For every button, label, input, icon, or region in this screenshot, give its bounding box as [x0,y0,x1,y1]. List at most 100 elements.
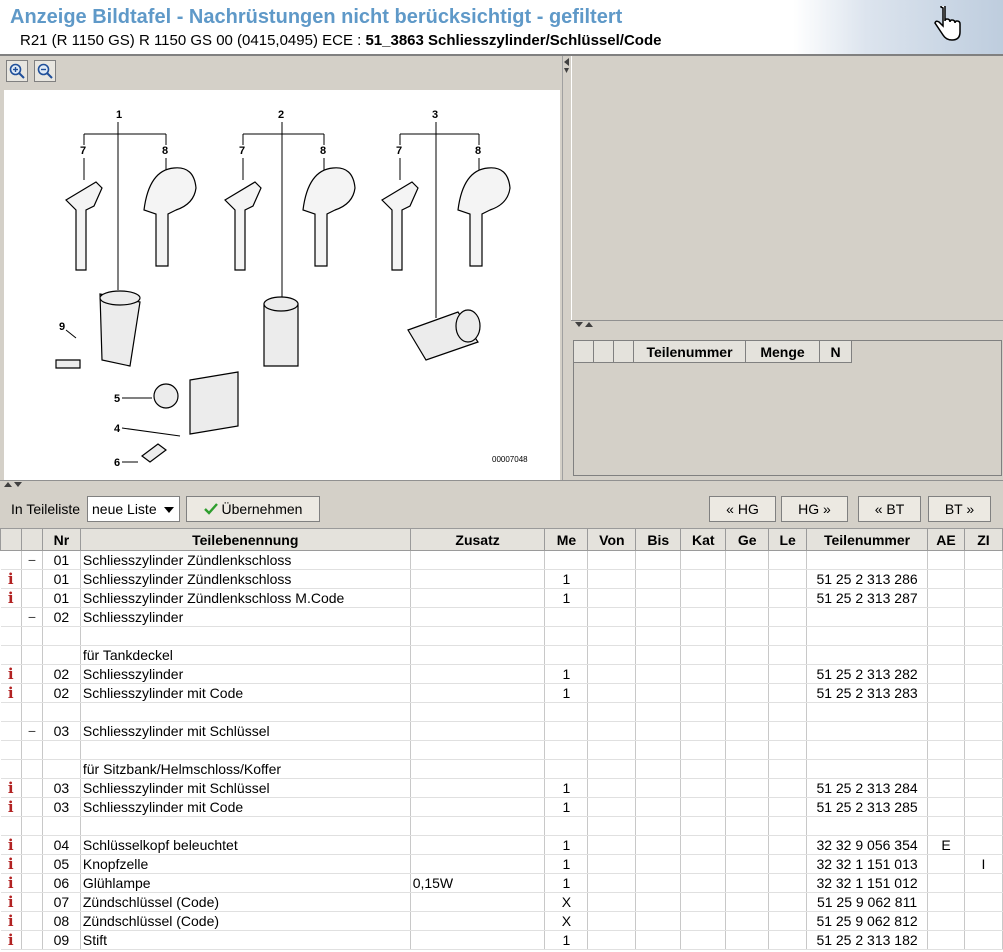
info-icon[interactable] [0,550,22,570]
right-horizontal-splitter[interactable] [571,320,1003,329]
info-icon[interactable] [0,816,22,836]
parts-illustration[interactable]: 1 2 3 7 8 7 8 7 8 9 5 4 6 00007048 [4,90,560,480]
minus-icon[interactable] [21,797,43,817]
column-header-le[interactable]: Le [768,528,808,551]
info-icon[interactable]: i [0,797,22,817]
minus-icon[interactable] [21,816,43,836]
column-header-teilebenennung[interactable]: Teilebenennung [79,528,411,551]
table-row[interactable]: i 04 Schlüsselkopf beleuchtet 1 32 32 9 056 … [0,835,1003,855]
table-row[interactable]: i 02 Schliesszylinder mit Code 1 51 25 2 313… [0,683,1003,703]
minus-icon[interactable] [21,835,43,855]
info-icon[interactable]: i [0,873,22,893]
minus-icon[interactable] [21,873,43,893]
table-row[interactable]: für Sitzbank/Helmschloss/Koffer [0,759,1003,779]
next-hg-button[interactable]: HG » [781,496,848,522]
table-row[interactable]: i 03 Schliesszylinder mit Schlüssel 1 51 25 … [0,778,1003,798]
minus-icon[interactable] [21,740,43,760]
table-row[interactable]: i 07 Zündschlüssel (Code) X 51 25 9 062 811 [0,892,1003,912]
info-icon[interactable] [0,607,22,627]
prev-hg-button[interactable]: « HG [709,496,776,522]
info-icon[interactable] [0,702,22,722]
info-icon[interactable] [0,721,22,741]
minus-icon[interactable] [21,911,43,931]
cell-ge [725,626,770,646]
column-header[interactable] [614,341,634,363]
column-header-me[interactable]: Me [544,528,589,551]
minus-icon[interactable] [21,588,43,608]
info-icon[interactable]: i [0,930,22,950]
info-icon[interactable]: i [0,835,22,855]
minus-icon[interactable] [21,645,43,665]
table-row[interactable]: i 09 Stift 1 51 25 2 313 182 [0,930,1003,950]
table-row[interactable]: i 03 Schliesszylinder mit Code 1 51 25 2 313… [0,797,1003,817]
info-icon[interactable]: i [0,588,22,608]
cell-le [768,778,808,798]
info-icon[interactable]: i [0,854,22,874]
table-row[interactable]: i 01 Schliesszylinder Zündlenkschloss M.Co… [0,588,1003,608]
table-row[interactable]: für Tankdeckel [0,645,1003,665]
minus-icon[interactable] [21,683,43,703]
column-header-nr[interactable]: Nr [41,528,81,551]
minus-icon[interactable]: − [21,607,43,627]
minus-icon[interactable] [21,930,43,950]
column-header[interactable] [0,528,22,551]
zoom-out-button[interactable] [34,60,56,82]
column-header[interactable] [574,341,594,363]
column-header[interactable] [594,341,614,363]
column-header-kat[interactable]: Kat [680,528,727,551]
column-header-ae[interactable]: AE [927,528,965,551]
column-header-menge[interactable]: Menge [746,341,820,363]
minus-icon[interactable] [21,854,43,874]
cell-ae [927,816,965,836]
info-icon[interactable] [0,645,22,665]
table-row[interactable]: i 06 Glühlampe 0,15W 1 32 32 1 151 012 [0,873,1003,893]
table-row[interactable] [0,816,1003,836]
column-header[interactable] [20,528,43,551]
column-header-teilenummer[interactable]: Teilenummer [634,341,746,363]
column-header-bis[interactable]: Bis [635,528,682,551]
minus-icon[interactable] [21,664,43,684]
subtitle-model: R21 (R 1150 GS) R 1150 GS 00 (0415,0495)… [20,32,366,49]
column-header-n[interactable]: N [820,341,852,363]
column-header-zi[interactable]: ZI [963,528,1003,551]
zoom-in-button[interactable] [6,60,28,82]
minus-icon[interactable]: − [21,550,43,570]
minus-icon[interactable] [21,569,43,589]
table-row[interactable]: −02 Schliesszylinder [0,607,1003,627]
table-row[interactable]: i 01 Schliesszylinder Zündlenkschloss 1 51 2… [0,569,1003,589]
info-icon[interactable]: i [0,664,22,684]
info-icon[interactable] [0,759,22,779]
info-icon[interactable]: i [0,683,22,703]
info-icon[interactable]: i [0,911,22,931]
vertical-splitter[interactable] [563,56,571,480]
minus-icon[interactable] [21,778,43,798]
table-row[interactable]: −03 Schliesszylinder mit Schlüssel [0,721,1003,741]
info-icon[interactable] [0,626,22,646]
prev-bt-button[interactable]: « BT [858,496,921,522]
column-header-zusatz[interactable]: Zusatz [409,528,546,551]
table-row[interactable] [0,702,1003,722]
info-icon[interactable] [0,740,22,760]
cell-le [768,911,808,931]
table-row[interactable]: i 08 Zündschlüssel (Code) X 51 25 9 062 812 [0,911,1003,931]
table-row[interactable] [0,626,1003,646]
minus-icon[interactable] [21,892,43,912]
info-icon[interactable]: i [0,778,22,798]
table-row[interactable] [0,740,1003,760]
minus-icon[interactable] [21,702,43,722]
column-header-teilenummer[interactable]: Teilenummer [806,528,929,551]
cell-bis [635,550,682,570]
table-row[interactable]: −01 Schliesszylinder Zündlenkschloss [0,550,1003,570]
column-header-von[interactable]: Von [587,528,637,551]
next-bt-button[interactable]: BT » [928,496,991,522]
column-header-ge[interactable]: Ge [725,528,770,551]
minus-icon[interactable] [21,759,43,779]
minus-icon[interactable]: − [21,721,43,741]
minus-icon[interactable] [21,626,43,646]
table-row[interactable]: i 05 Knopfzelle 1 32 32 1 151 013 I [0,854,1003,874]
info-icon[interactable]: i [0,569,22,589]
parts-list-select[interactable]: neue Liste [87,496,180,522]
apply-button[interactable]: Übernehmen [186,496,320,522]
table-row[interactable]: i 02 Schliesszylinder 1 51 25 2 313 282 [0,664,1003,684]
info-icon[interactable]: i [0,892,22,912]
